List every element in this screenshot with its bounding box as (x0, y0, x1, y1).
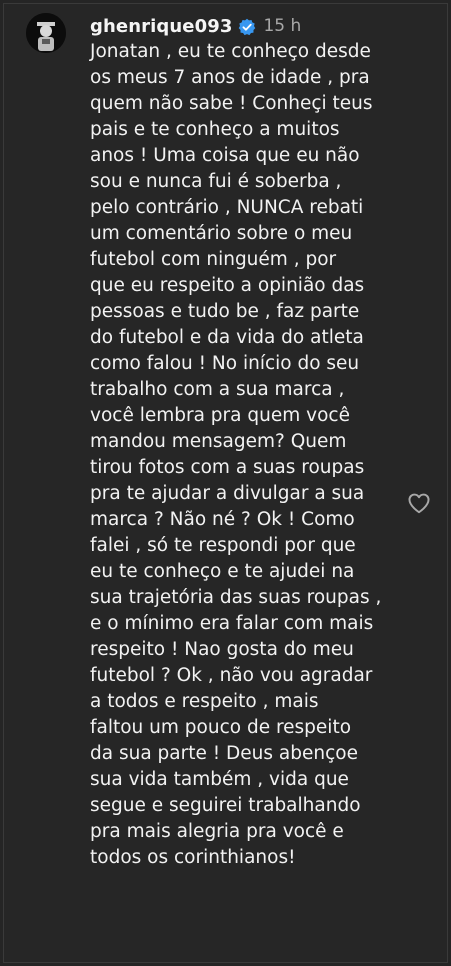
comment-line: respeito ! Nao gosta do meu (90, 639, 354, 660)
comment-line: sou e nunca fui é soberba , (90, 171, 342, 192)
comment-line: tirou fotos com a suas roupas (90, 457, 365, 478)
comment-line: sua vida também , vida que (90, 769, 349, 790)
comment-line: todos os corinthianos! (90, 847, 296, 868)
comment-line: futebol com ninguém , por (90, 249, 337, 270)
comment-line: sua trajetória das suas roupas , (90, 587, 382, 608)
comment-line: anos ! Uma coisa que eu não (90, 145, 360, 166)
comment-line: como falou ! No início do seu (90, 353, 360, 374)
comment-header: ghenrique093 15 h (90, 13, 390, 39)
avatar-figure-icon (26, 13, 66, 53)
comment-line: futebol ? Ok , não vou agradar (90, 665, 373, 686)
comment-line: pais e te conheço a muitos (90, 119, 340, 140)
comment-line: quem não sabe ! Conheçi teus (90, 93, 373, 114)
comment-line: mandou mensagem? Quem (90, 431, 347, 452)
comment-line: segue e seguirei trabalhando (90, 795, 361, 816)
comment-text: Jonatan , eu te conheço desde os meus 7 … (90, 39, 390, 871)
comment-timestamp: 15 h (263, 16, 302, 36)
comment-line: você lembra pra quem você (90, 405, 350, 426)
username-link[interactable]: ghenrique093 (90, 16, 232, 37)
comment-line: trabalho com a sua marca , (90, 379, 345, 400)
comment-line: e o mínimo era falar com mais (90, 613, 374, 634)
comment-panel: ghenrique093 15 h Jonatan , eu te conheç… (3, 3, 448, 963)
comment-line: pelo contrário , NUNCA rebati (90, 197, 364, 218)
heart-outline-icon[interactable] (406, 490, 432, 516)
comment-line: do futebol e da vida do atleta (90, 327, 364, 348)
comment-line: que eu respeito a opinião das (90, 275, 365, 296)
comment-line: pessoas e tudo be , faz parte (90, 301, 360, 322)
comment: ghenrique093 15 h Jonatan , eu te conheç… (90, 13, 390, 871)
verified-badge-icon (239, 18, 256, 36)
comment-line: pra te ajudar a divulgar a sua (90, 483, 365, 504)
comment-line: a todos e respeito , mais (90, 691, 319, 712)
comment-line: falei , só te respondi por que (90, 535, 356, 556)
avatar[interactable] (26, 13, 66, 53)
comment-line: faltou um pouco de respeito (90, 717, 352, 738)
comment-line: Jonatan , eu te conheço desde (90, 41, 371, 62)
comment-line: um comentário sobre o meu (90, 223, 353, 244)
comment-line: os meus 7 anos de idade , pra (90, 67, 370, 88)
comment-line: da sua parte ! Deus abençoe (90, 743, 358, 764)
comment-line: pra mais alegria pra você e (90, 821, 344, 842)
comment-line: marca ? Não né ? Ok ! Como (90, 509, 355, 530)
comment-line: eu te conheço e te ajudei na (90, 561, 355, 582)
